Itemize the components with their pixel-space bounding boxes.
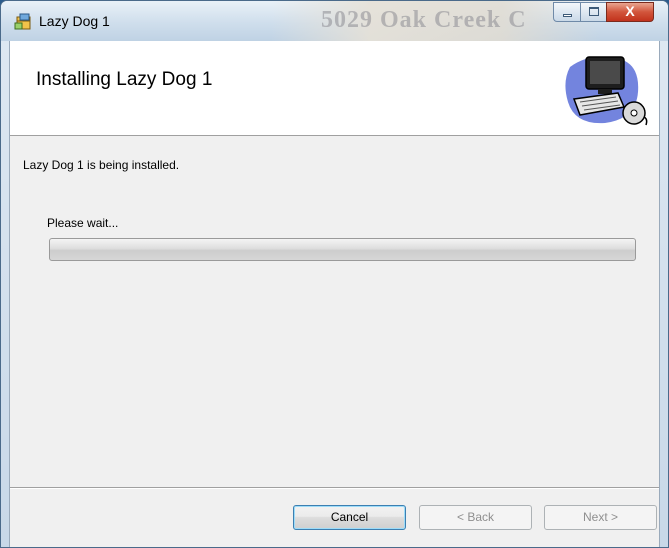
install-progress-bar xyxy=(49,238,636,261)
minimize-icon xyxy=(563,14,572,17)
dialog-client-area: Installing Lazy Dog 1 Lazy Dog 1 is bein… xyxy=(9,41,660,547)
maximize-icon xyxy=(589,7,599,16)
maximize-button[interactable] xyxy=(580,2,607,22)
page-title: Installing Lazy Dog 1 xyxy=(36,69,213,90)
installer-window: 5029 Oak Creek C Lazy Dog 1 X Installing… xyxy=(0,0,669,548)
cancel-button[interactable]: Cancel xyxy=(293,505,406,530)
close-button[interactable]: X xyxy=(606,2,654,22)
please-wait-label: Please wait... xyxy=(47,216,119,230)
install-status-text: Lazy Dog 1 is being installed. xyxy=(23,158,180,172)
minimize-button[interactable] xyxy=(553,2,581,22)
computer-setup-icon xyxy=(565,56,648,126)
title-bar[interactable]: 5029 Oak Creek C Lazy Dog 1 X xyxy=(1,1,668,41)
back-button[interactable]: < Back xyxy=(419,505,532,530)
window-title: Lazy Dog 1 xyxy=(39,13,110,29)
installer-app-icon[interactable] xyxy=(13,11,33,31)
close-icon: X xyxy=(625,3,635,19)
footer-divider xyxy=(10,487,659,489)
header-banner: Installing Lazy Dog 1 xyxy=(10,41,659,136)
background-window-text: 5029 Oak Creek C xyxy=(321,7,527,33)
next-button[interactable]: Next > xyxy=(544,505,657,530)
